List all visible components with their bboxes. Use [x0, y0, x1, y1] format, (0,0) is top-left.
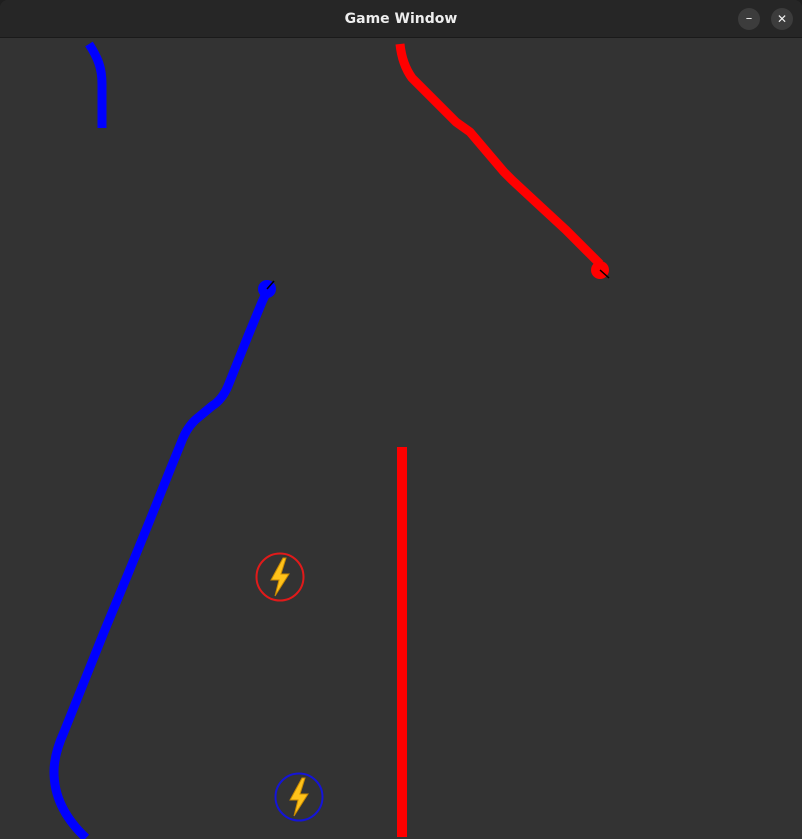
game-window: Game Window – ✕: [0, 0, 802, 839]
title-bar[interactable]: Game Window – ✕: [0, 0, 802, 38]
lightning-bolt-icon: [270, 557, 290, 597]
minimize-icon: –: [745, 11, 753, 26]
red-trail-top: [395, 43, 604, 268]
red-player: [395, 43, 610, 837]
close-icon: ✕: [776, 12, 788, 26]
blue-trail-main: [49, 287, 273, 839]
close-button[interactable]: ✕: [771, 8, 793, 30]
powerup-lightning-red: [255, 552, 305, 602]
window-title: Game Window: [344, 11, 458, 27]
minimize-button[interactable]: –: [738, 8, 760, 30]
game-canvas[interactable]: [0, 38, 802, 839]
lightning-bolt-icon: [289, 777, 309, 817]
powerup-lightning-blue: [274, 772, 324, 822]
blue-player: [49, 41, 276, 839]
blue-trail-top: [85, 41, 107, 128]
game-board: [49, 41, 610, 839]
red-trail-vertical: [397, 447, 407, 837]
